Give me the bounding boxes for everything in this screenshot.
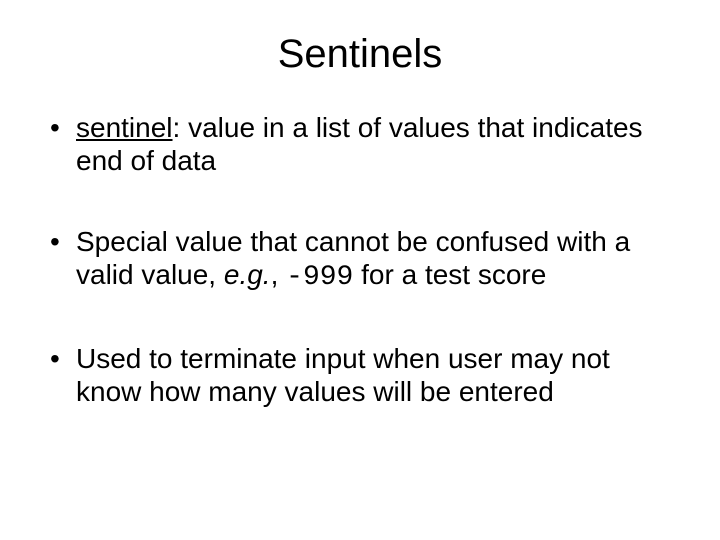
code-literal: -999 (286, 262, 353, 293)
bullet-2: Special value that cannot be confused wi… (46, 225, 674, 294)
bullet-1: sentinel: value in a list of values that… (46, 111, 674, 177)
term-sentinel: sentinel (76, 112, 173, 143)
slide-title: Sentinels (36, 32, 684, 77)
bullet-2-text-c: for a test score (353, 259, 546, 290)
bullet-2-text-b: , (271, 259, 287, 290)
eg-abbrev: e.g. (224, 259, 271, 290)
bullet-3: Used to terminate input when user may no… (46, 342, 674, 408)
bullet-3-text: Used to terminate input when user may no… (76, 343, 610, 407)
slide: Sentinels sentinel: value in a list of v… (0, 0, 720, 540)
bullet-list: sentinel: value in a list of values that… (46, 111, 674, 408)
